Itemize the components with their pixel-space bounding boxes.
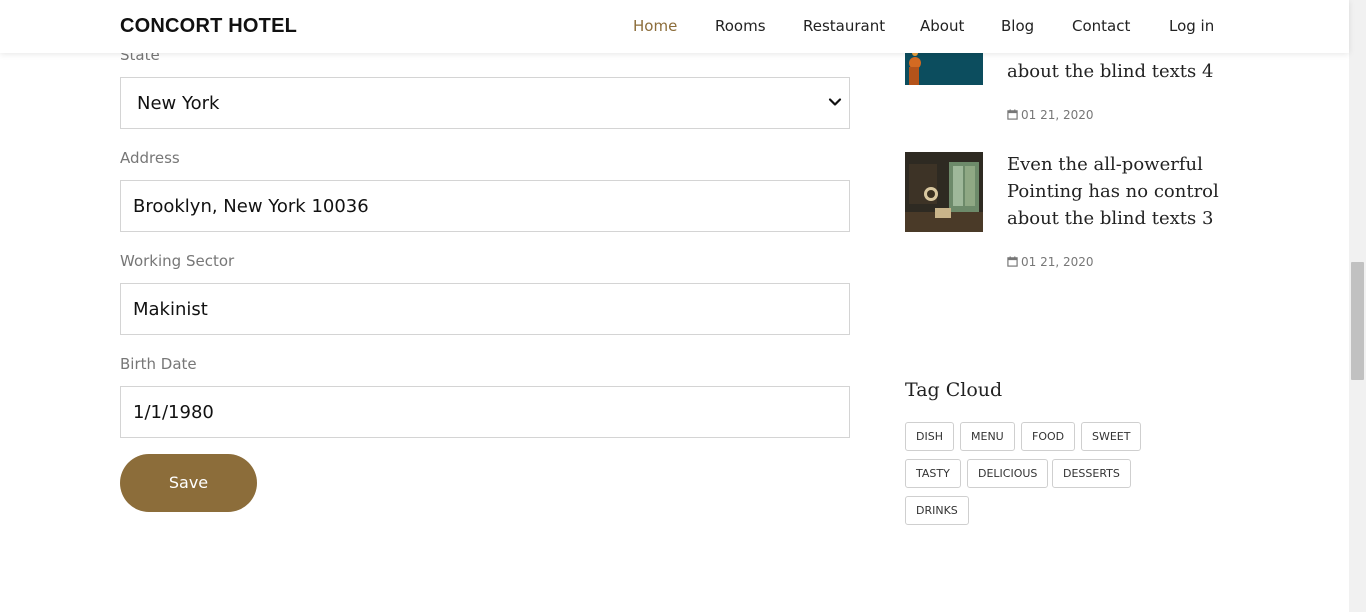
tag-dish[interactable]: DISH — [905, 422, 954, 451]
birth-date-field[interactable]: 1/1/1980 — [120, 386, 850, 438]
birth-date-label: Birth Date — [120, 355, 197, 373]
address-label: Address — [120, 149, 180, 167]
tag-desserts[interactable]: DESSERTS — [1052, 459, 1131, 488]
nav-item-about[interactable]: About — [920, 17, 964, 35]
tag-sweet[interactable]: SWEET — [1081, 422, 1142, 451]
address-field-value: Brooklyn, New York 10036 — [133, 196, 369, 217]
nav-item-contact[interactable]: Contact — [1072, 17, 1130, 35]
state-select[interactable]: New York — [120, 77, 850, 129]
post-thumbnail-image — [905, 152, 983, 232]
nav-item-blog[interactable]: Blog — [1001, 17, 1034, 35]
navbar: CONCORT HOTEL Home Rooms Restaurant Abou… — [0, 0, 1349, 53]
save-button[interactable]: Save — [120, 454, 257, 512]
working-sector-label: Working Sector — [120, 252, 235, 270]
working-sector-field[interactable]: Makinist — [120, 283, 850, 335]
post-thumbnail[interactable] — [905, 152, 983, 232]
post-title[interactable]: Even the all-powerful Pointing has no co… — [1007, 151, 1222, 232]
nav-item-rooms[interactable]: Rooms — [715, 17, 766, 35]
calendar-icon — [1007, 256, 1018, 267]
post-date: 01 21, 2020 — [1007, 255, 1094, 269]
tag-food[interactable]: FOOD — [1021, 422, 1076, 451]
tag-cloud-heading: Tag Cloud — [905, 379, 1003, 401]
post-date-text: 01 21, 2020 — [1021, 108, 1094, 122]
birth-date-field-value: 1/1/1980 — [133, 402, 214, 423]
working-sector-field-value: Makinist — [133, 299, 208, 320]
address-field[interactable]: Brooklyn, New York 10036 — [120, 180, 850, 232]
post-date-text: 01 21, 2020 — [1021, 255, 1094, 269]
nav-item-restaurant[interactable]: Restaurant — [803, 17, 885, 35]
nav-item-home[interactable]: Home — [633, 17, 677, 35]
chevron-down-icon — [828, 98, 842, 106]
post-title[interactable]: about the blind texts 4 — [1007, 58, 1222, 85]
calendar-icon — [1007, 109, 1018, 120]
tag-tasty[interactable]: TASTY — [905, 459, 961, 488]
nav-item-login[interactable]: Log in — [1169, 17, 1214, 35]
state-select-value: New York — [137, 93, 220, 114]
scrollbar-thumb[interactable] — [1351, 262, 1364, 380]
brand-logo[interactable]: CONCORT HOTEL — [120, 15, 297, 38]
post-date: 01 21, 2020 — [1007, 108, 1094, 122]
tag-menu[interactable]: MENU — [960, 422, 1015, 451]
tag-delicious[interactable]: DELICIOUS — [967, 459, 1049, 488]
tag-drinks[interactable]: DRINKS — [905, 496, 969, 525]
